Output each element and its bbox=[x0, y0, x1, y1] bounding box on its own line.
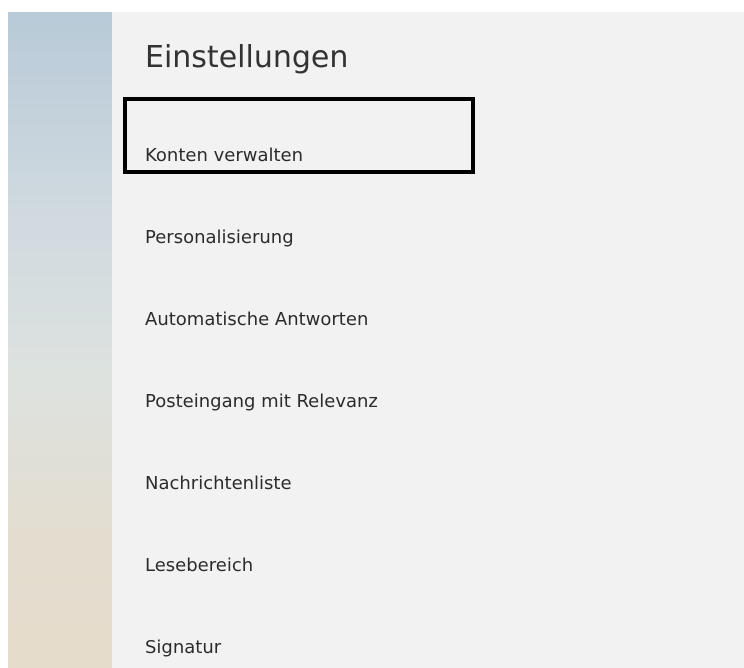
settings-item-focused-inbox[interactable]: Posteingang mit Relevanz bbox=[145, 382, 565, 422]
settings-item-reading-pane[interactable]: Lesebereich bbox=[145, 546, 565, 586]
settings-item-automatic-replies[interactable]: Automatische Antworten bbox=[145, 300, 565, 340]
settings-item-label: Konten verwalten bbox=[145, 145, 304, 166]
settings-item-label: Lesebereich bbox=[145, 555, 254, 576]
settings-item-personalization[interactable]: Personalisierung bbox=[145, 218, 565, 258]
settings-item-label: Posteingang mit Relevanz bbox=[145, 391, 378, 412]
screen: Einstellungen Konten verwalten Personali… bbox=[0, 0, 744, 668]
settings-item-signature[interactable]: Signatur bbox=[145, 628, 565, 668]
settings-panel: Einstellungen Konten verwalten Personali… bbox=[112, 12, 744, 668]
settings-title: Einstellungen bbox=[145, 40, 349, 75]
settings-item-label: Automatische Antworten bbox=[145, 309, 369, 330]
settings-item-manage-accounts[interactable]: Konten verwalten bbox=[145, 136, 565, 176]
settings-item-message-list[interactable]: Nachrichtenliste bbox=[145, 464, 565, 504]
settings-item-label: Personalisierung bbox=[145, 227, 294, 248]
settings-item-label: Nachrichtenliste bbox=[145, 473, 292, 494]
background-wallpaper bbox=[8, 12, 112, 668]
settings-item-label: Signatur bbox=[145, 637, 222, 658]
